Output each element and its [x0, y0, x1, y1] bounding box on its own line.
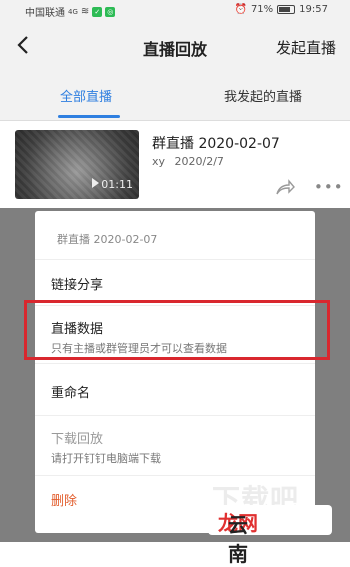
- menu-item-label: 删除: [51, 494, 78, 509]
- play-icon: [92, 178, 99, 188]
- menu-item-rename[interactable]: 重命名: [35, 363, 315, 416]
- live-meta: xy 2020/2/7: [152, 155, 224, 168]
- app-badge-icon: ✓: [92, 6, 103, 17]
- app-badge-icon-2: ◎: [105, 6, 116, 17]
- start-live-button[interactable]: 发起直播: [276, 37, 336, 58]
- status-left: 中国联通 4G ≋ ✓ ◎: [25, 4, 116, 19]
- menu-item-label: 下载回放: [51, 432, 104, 447]
- alarm-icon: ⏰: [234, 4, 247, 15]
- video-duration: 01:11: [101, 178, 133, 191]
- active-tab-indicator: [58, 115, 120, 118]
- menu-item-label: 重命名: [51, 386, 91, 401]
- battery-icon: [277, 5, 296, 14]
- clock: 19:57: [299, 4, 328, 15]
- carrier-label: 中国联通: [25, 8, 65, 19]
- watermark-main: 云南: [228, 513, 248, 566]
- menu-item-label: 链接分享: [51, 278, 104, 293]
- watermark-logo: 云南 龙网: [208, 505, 332, 566]
- tab-my-live[interactable]: 我发起的直播: [224, 86, 302, 105]
- tab-all-live[interactable]: 全部直播: [60, 86, 112, 105]
- battery-percent: 71%: [250, 4, 274, 15]
- video-thumbnail[interactable]: 01:11: [15, 130, 139, 199]
- menu-item-share-link[interactable]: 链接分享: [35, 259, 315, 306]
- status-bar: 中国联通 4G ≋ ✓ ◎ ⏰ 71% 19:57: [0, 0, 350, 22]
- live-list-item[interactable]: 01:11 群直播 2020-02-07 xy 2020/2/7 •••: [0, 121, 350, 216]
- sheet-header: 群直播 2020-02-07: [57, 233, 158, 246]
- menu-item-sub: 请打开钉钉电脑端下载: [51, 452, 161, 465]
- more-icon[interactable]: •••: [314, 178, 344, 196]
- status-right: ⏰ 71% 19:57: [234, 4, 328, 15]
- share-icon[interactable]: [274, 179, 296, 197]
- tab-bar: 全部直播 我发起的直播: [0, 70, 350, 121]
- wifi-icon: ≋: [80, 6, 90, 17]
- highlight-annotation: [24, 300, 330, 360]
- signal-label: 4G: [68, 7, 78, 16]
- watermark-logo-text: 云南 龙网: [218, 507, 258, 566]
- live-author: xy: [152, 155, 166, 168]
- menu-item-download-replay: 下载回放 请打开钉钉电脑端下载: [35, 415, 315, 476]
- nav-bar: 直播回放 发起直播: [0, 22, 350, 70]
- live-date: 2020/2/7: [174, 155, 224, 168]
- live-title: 群直播 2020-02-07: [152, 136, 280, 152]
